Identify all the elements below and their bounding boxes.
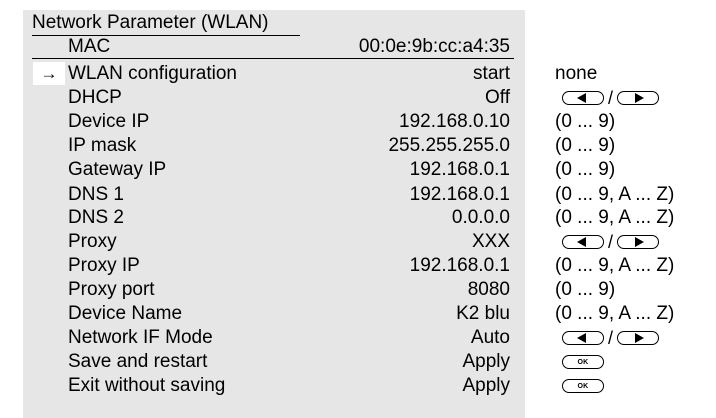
gateway-ip-value[interactable]: 192.168.0.1	[410, 158, 510, 181]
left-arrow-key-icon[interactable]	[562, 91, 604, 105]
dns-2-hint: (0 ... 9, A ... Z)	[555, 207, 675, 228]
right-arrow-key-icon[interactable]	[617, 235, 660, 249]
device-ip-value[interactable]: 192.168.0.10	[399, 110, 510, 133]
dhcp-value[interactable]: Off	[485, 86, 510, 109]
row-dns-2[interactable]: DNS 2 0.0.0.0 (0 ... 9, A ... Z)	[0, 206, 716, 229]
row-device-ip[interactable]: Device IP 192.168.0.10 (0 ... 9)	[0, 110, 716, 133]
ok-key-icon[interactable]: OK	[562, 379, 604, 393]
ok-key-icon[interactable]: OK	[562, 355, 604, 369]
proxy-ip-hint: (0 ... 9, A ... Z)	[555, 255, 675, 276]
separator: /	[608, 328, 614, 348]
right-arrow-key-icon[interactable]	[617, 331, 660, 345]
page-title: Network Parameter (WLAN)	[32, 12, 269, 33]
row-proxy-port[interactable]: Proxy port 8080 (0 ... 9)	[0, 278, 716, 301]
dns-2-label: DNS 2	[68, 207, 124, 228]
dhcp-label: DHCP	[68, 87, 122, 108]
save-and-restart-value[interactable]: Apply	[462, 350, 510, 373]
ip-mask-value[interactable]: 255.255.255.0	[388, 134, 510, 157]
exit-without-saving-value[interactable]: Apply	[462, 374, 510, 397]
exit-without-saving-label: Exit without saving	[68, 375, 226, 396]
left-arrow-key-icon[interactable]	[562, 331, 604, 345]
proxy-arrow-controls: /	[562, 232, 660, 252]
device-ip-hint: (0 ... 9)	[555, 111, 616, 132]
mac-label: MAC	[68, 36, 111, 57]
mac-value[interactable]: 00:0e:9b:cc:a4:35	[359, 35, 510, 58]
row-exit-without-saving[interactable]: Exit without saving Apply OK	[0, 374, 716, 397]
network-if-mode-value[interactable]: Auto	[471, 326, 510, 349]
dns-1-hint: (0 ... 9, A ... Z)	[555, 184, 675, 205]
proxy-value[interactable]: XXX	[472, 230, 510, 253]
ip-mask-label: IP mask	[68, 135, 137, 156]
device-name-hint: (0 ... 9, A ... Z)	[555, 303, 675, 324]
mac-divider	[32, 58, 514, 59]
dns-2-value[interactable]: 0.0.0.0	[452, 206, 510, 229]
row-mac[interactable]: MAC 00:0e:9b:cc:a4:35	[0, 35, 716, 58]
network-if-mode-arrow-controls: /	[562, 328, 660, 348]
network-if-mode-label: Network IF Mode	[68, 327, 213, 348]
proxy-port-hint: (0 ... 9)	[555, 279, 616, 300]
right-arrow-key-icon[interactable]	[617, 91, 660, 105]
wlan-configuration-hint: none	[555, 63, 598, 84]
row-gateway-ip[interactable]: Gateway IP 192.168.0.1 (0 ... 9)	[0, 158, 716, 181]
proxy-port-label: Proxy port	[68, 279, 155, 300]
gateway-ip-label: Gateway IP	[68, 159, 167, 180]
save-and-restart-label: Save and restart	[68, 351, 208, 372]
proxy-ip-label: Proxy IP	[68, 255, 140, 276]
proxy-port-value[interactable]: 8080	[468, 278, 510, 301]
dns-1-value[interactable]: 192.168.0.1	[410, 183, 510, 206]
row-ip-mask[interactable]: IP mask 255.255.255.0 (0 ... 9)	[0, 134, 716, 157]
proxy-ip-value[interactable]: 192.168.0.1	[410, 254, 510, 277]
row-proxy-ip[interactable]: Proxy IP 192.168.0.1 (0 ... 9, A ... Z)	[0, 254, 716, 277]
dns-1-label: DNS 1	[68, 184, 124, 205]
selection-arrow-icon: →	[33, 62, 65, 85]
row-network-if-mode[interactable]: Network IF Mode Auto /	[0, 326, 716, 349]
row-dns-1[interactable]: DNS 1 192.168.0.1 (0 ... 9, A ... Z)	[0, 183, 716, 206]
exit-without-saving-ok-control: OK	[562, 378, 604, 394]
save-and-restart-ok-control: OK	[562, 354, 604, 370]
device-name-label: Device Name	[68, 303, 183, 324]
row-device-name[interactable]: Device Name K2 blu (0 ... 9, A ... Z)	[0, 302, 716, 325]
gateway-ip-hint: (0 ... 9)	[555, 159, 616, 180]
separator: /	[608, 88, 614, 108]
device-name-value[interactable]: K2 blu	[456, 302, 510, 325]
separator: /	[608, 232, 614, 252]
row-dhcp[interactable]: DHCP Off /	[0, 86, 716, 109]
row-save-and-restart[interactable]: Save and restart Apply OK	[0, 350, 716, 373]
row-proxy[interactable]: Proxy XXX /	[0, 230, 716, 253]
wlan-configuration-label: WLAN configuration	[68, 63, 237, 84]
wlan-configuration-value[interactable]: start	[473, 62, 510, 85]
row-wlan-configuration[interactable]: → WLAN configuration start none	[0, 62, 716, 85]
proxy-label: Proxy	[68, 231, 117, 252]
device-ip-label: Device IP	[68, 111, 150, 132]
left-arrow-key-icon[interactable]	[562, 235, 604, 249]
ip-mask-hint: (0 ... 9)	[555, 135, 616, 156]
dhcp-arrow-controls: /	[562, 88, 660, 108]
